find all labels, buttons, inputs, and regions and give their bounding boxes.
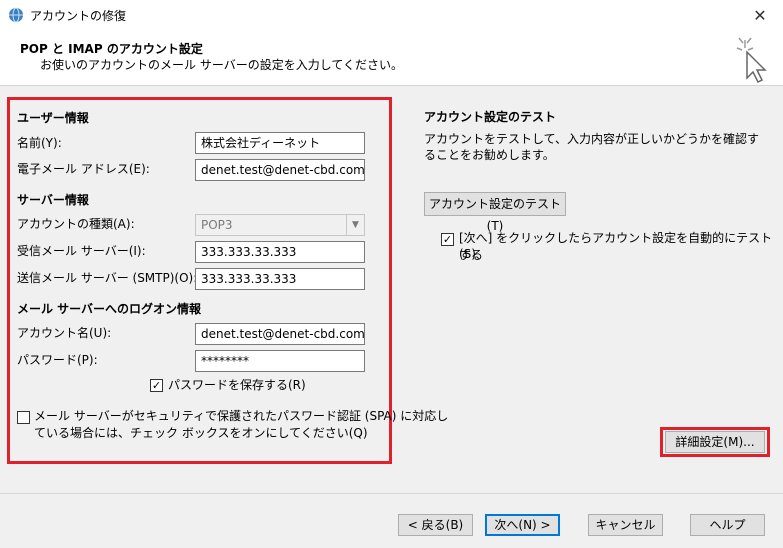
server-info-heading: サーバー情報 bbox=[17, 193, 89, 207]
cursor-click-icon bbox=[736, 37, 767, 84]
help-button[interactable]: ヘルプ bbox=[690, 514, 765, 536]
account-name-label: アカウント名(U): bbox=[17, 326, 112, 340]
next-button[interactable]: 次へ(N) > bbox=[485, 514, 560, 536]
incoming-server-label: 受信メール サーバー(I): bbox=[17, 244, 146, 258]
account-type-label: アカウントの種類(A): bbox=[17, 217, 135, 231]
password-input[interactable]: ******** bbox=[195, 350, 365, 372]
chevron-down-icon: ▼ bbox=[346, 215, 364, 235]
name-input[interactable]: 株式会社ディーネット bbox=[195, 132, 365, 154]
outgoing-server-label: 送信メール サーバー (SMTP)(O): bbox=[17, 271, 198, 285]
save-password-checkbox[interactable] bbox=[150, 379, 163, 392]
account-type-value: POP3 bbox=[201, 218, 233, 232]
close-icon[interactable]: ✕ bbox=[737, 0, 783, 30]
spa-checkbox[interactable] bbox=[17, 411, 30, 424]
footer-divider bbox=[0, 493, 783, 494]
user-info-heading: ユーザー情報 bbox=[17, 111, 89, 125]
account-name-input[interactable]: denet.test@denet-cbd.com bbox=[195, 323, 365, 345]
auto-test-label-line1: [次へ] をクリックしたらアカウント設定を自動的にテストする bbox=[459, 231, 773, 262]
cancel-button[interactable]: キャンセル bbox=[588, 514, 663, 536]
dialog-header: POP と IMAP のアカウント設定 お使いのアカウントのメール サーバーの設… bbox=[0, 30, 783, 86]
password-label: パスワード(P): bbox=[17, 353, 98, 367]
window-title: アカウントの修復 bbox=[30, 9, 127, 23]
email-label: 電子メール アドレス(E): bbox=[17, 162, 150, 176]
name-label: 名前(Y): bbox=[17, 136, 62, 150]
outlook-app-icon bbox=[9, 7, 23, 23]
header-title: POP と IMAP のアカウント設定 bbox=[20, 42, 203, 56]
title-bar: アカウントの修復 ✕ bbox=[0, 0, 783, 30]
header-subtitle: お使いのアカウントのメール サーバーの設定を入力してください。 bbox=[40, 58, 403, 72]
auto-test-checkbox[interactable] bbox=[441, 233, 454, 246]
test-account-button[interactable]: アカウント設定のテスト(T) bbox=[424, 192, 566, 233]
test-description: アカウントをテストして、入力内容が正しいかどうかを確認することをお勧めします。 bbox=[424, 132, 760, 162]
advanced-settings-button[interactable]: 詳細設定(M)... bbox=[665, 431, 765, 453]
incoming-server-input[interactable]: 333.333.33.333 bbox=[195, 241, 365, 263]
outgoing-server-input[interactable]: 333.333.33.333 bbox=[195, 268, 365, 290]
back-button[interactable]: < 戻る(B) bbox=[398, 514, 473, 536]
spa-label-line2: ている場合には、チェック ボックスをオンにしてください(Q) bbox=[34, 426, 368, 440]
auto-test-label-line2: (S) bbox=[459, 247, 476, 261]
email-input[interactable]: denet.test@denet-cbd.com bbox=[195, 159, 365, 181]
save-password-label: パスワードを保存する(R) bbox=[168, 378, 306, 392]
test-heading: アカウント設定のテスト bbox=[424, 110, 557, 124]
spa-label-line1: メール サーバーがセキュリティで保護されたパスワード認証 (SPA) に対応し bbox=[34, 409, 449, 423]
account-type-select: POP3 ▼ bbox=[195, 214, 365, 236]
logon-info-heading: メール サーバーへのログオン情報 bbox=[17, 302, 202, 316]
